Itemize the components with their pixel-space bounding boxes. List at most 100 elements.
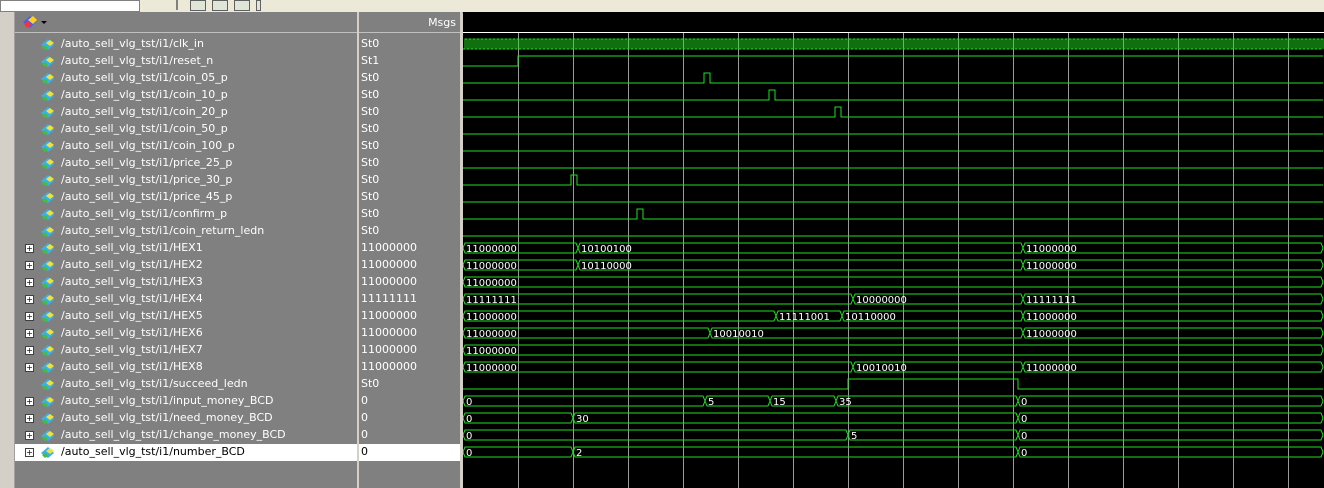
signal-type-icon [41,73,54,84]
value-row[interactable]: 0 [359,427,460,444]
signal-row[interactable]: /auto_sell_vlg_tst/i1/coin_100_p [15,138,357,155]
signal-row[interactable]: /auto_sell_vlg_tst/i1/reset_n [15,53,357,70]
bus-segment [463,395,706,407]
toolbar-separator [176,0,178,10]
value-row[interactable]: St0 [359,70,460,87]
signal-name: /auto_sell_vlg_tst/i1/price_25_p [61,156,233,169]
signal-row[interactable]: /auto_sell_vlg_tst/i1/coin_05_p [15,70,357,87]
signal-value: St1 [361,54,380,67]
value-row[interactable]: 11000000 [359,240,460,257]
expand-toggle-icon[interactable]: + [25,244,34,253]
value-row[interactable]: St0 [359,206,460,223]
value-row[interactable]: St0 [359,223,460,240]
signal-name: /auto_sell_vlg_tst/i1/HEX4 [61,292,203,305]
signal-type-icon [41,311,54,322]
signal-value: St0 [361,37,380,50]
value-row[interactable]: St0 [359,155,460,172]
signal-row[interactable]: + /auto_sell_vlg_tst/i1/need_money_BCD [15,410,357,427]
bus-value-label: 11000000 [466,363,517,374]
signal-value: 0 [361,411,368,424]
value-row[interactable]: St0 [359,121,460,138]
expand-toggle-icon[interactable]: + [25,261,34,270]
expand-toggle-icon[interactable]: + [25,397,34,406]
signal-row[interactable]: + /auto_sell_vlg_tst/i1/HEX8 [15,359,357,376]
signal-type-icon [41,294,54,305]
signal-row[interactable]: + /auto_sell_vlg_tst/i1/change_money_BCD [15,427,357,444]
signal-name: /auto_sell_vlg_tst/i1/succeed_ledn [61,377,248,390]
value-row[interactable]: 11000000 [359,342,460,359]
waveform-canvas[interactable]: 11000000 10100100 11000000 11000000 10110000… [463,12,1324,488]
signal-row[interactable]: + /auto_sell_vlg_tst/i1/number_BCD [15,444,357,461]
signal-row[interactable]: /auto_sell_vlg_tst/i1/price_25_p [15,155,357,172]
toolbar-field[interactable] [0,0,140,12]
signal-row[interactable]: /auto_sell_vlg_tst/i1/price_30_p [15,172,357,189]
expand-toggle-icon[interactable]: + [25,346,34,355]
signal-type-icon [41,396,54,407]
signal-row[interactable]: + /auto_sell_vlg_tst/i1/HEX1 [15,240,357,257]
expand-toggle-icon[interactable]: + [25,431,34,440]
zoom-in-icon[interactable] [212,0,228,11]
value-row[interactable]: 11000000 [359,257,460,274]
value-row[interactable]: 0 [359,410,460,427]
signal-row[interactable]: + /auto_sell_vlg_tst/i1/HEX2 [15,257,357,274]
zoom-full-icon[interactable] [190,0,206,11]
expand-toggle-icon[interactable]: + [25,278,34,287]
value-row[interactable]: 11000000 [359,274,460,291]
signal-name-pane[interactable]: /auto_sell_vlg_tst/i1/clk_in/auto_sell_v… [15,12,357,488]
value-row[interactable]: 11000000 [359,359,460,376]
bus-segment [572,412,1019,424]
signal-type-icon [41,90,54,101]
value-row[interactable]: 11000000 [359,308,460,325]
bus-value-label: 10000000 [856,295,907,306]
value-row[interactable]: 11000000 [359,325,460,342]
wave-menu-icon[interactable] [21,14,49,30]
signal-row[interactable]: /auto_sell_vlg_tst/i1/confirm_p [15,206,357,223]
signal-row[interactable]: /auto_sell_vlg_tst/i1/coin_return_ledn [15,223,357,240]
bus-value-label: 11000000 [1026,312,1077,323]
signal-value-pane[interactable]: Msgs St0 St1 St0 St0 St0 St0 St0 St0 St0 St0 St0 St… [359,12,460,488]
signal-row[interactable]: /auto_sell_vlg_tst/i1/coin_20_p [15,104,357,121]
bus-value-label: 11000000 [466,346,517,357]
zoom-out-icon[interactable] [234,0,250,11]
signal-row[interactable]: + /auto_sell_vlg_tst/i1/HEX6 [15,325,357,342]
expand-toggle-icon[interactable]: + [25,312,34,321]
expand-toggle-icon[interactable]: + [25,295,34,304]
value-row[interactable]: St0 [359,104,460,121]
value-row[interactable]: St0 [359,172,460,189]
signal-row[interactable]: + /auto_sell_vlg_tst/i1/HEX4 [15,291,357,308]
signal-row[interactable]: + /auto_sell_vlg_tst/i1/HEX7 [15,342,357,359]
value-row[interactable]: St1 [359,53,460,70]
expand-toggle-icon[interactable]: + [25,448,34,457]
value-row[interactable]: 0 [359,444,460,461]
signal-row[interactable]: /auto_sell_vlg_tst/i1/clk_in [15,36,357,53]
signal-type-icon [41,226,54,237]
signal-value: St0 [361,122,380,135]
value-row[interactable]: 0 [359,393,460,410]
signal-row[interactable]: /auto_sell_vlg_tst/i1/coin_50_p [15,121,357,138]
bus-value-label: 0 [1021,431,1027,442]
bus-segment [1017,446,1324,458]
waveform-pane[interactable]: 11000000 10100100 11000000 11000000 10110000… [463,12,1324,488]
expand-toggle-icon[interactable]: + [25,363,34,372]
signal-row[interactable]: + /auto_sell_vlg_tst/i1/HEX5 [15,308,357,325]
pane-splitter-2[interactable] [460,12,462,488]
signal-value: 0 [361,394,368,407]
signal-row[interactable]: + /auto_sell_vlg_tst/i1/HEX3 [15,274,357,291]
signal-type-icon [41,158,54,169]
expand-toggle-icon[interactable]: + [25,329,34,338]
bus-segment [463,293,854,305]
value-row[interactable]: St0 [359,138,460,155]
value-row[interactable]: St0 [359,189,460,206]
signal-row[interactable]: /auto_sell_vlg_tst/i1/price_45_p [15,189,357,206]
signal-row[interactable]: /auto_sell_vlg_tst/i1/coin_10_p [15,87,357,104]
signal-row[interactable]: /auto_sell_vlg_tst/i1/succeed_ledn [15,376,357,393]
zoom-cursor-icon[interactable] [256,0,261,11]
bus-value-label: 11000000 [1026,261,1077,272]
value-row[interactable]: St0 [359,376,460,393]
value-row[interactable]: St0 [359,87,460,104]
value-row[interactable]: 11111111 [359,291,460,308]
value-row[interactable]: St0 [359,36,460,53]
expand-toggle-icon[interactable]: + [25,414,34,423]
signal-row[interactable]: + /auto_sell_vlg_tst/i1/input_money_BCD [15,393,357,410]
signal-name: /auto_sell_vlg_tst/i1/clk_in [61,37,204,50]
